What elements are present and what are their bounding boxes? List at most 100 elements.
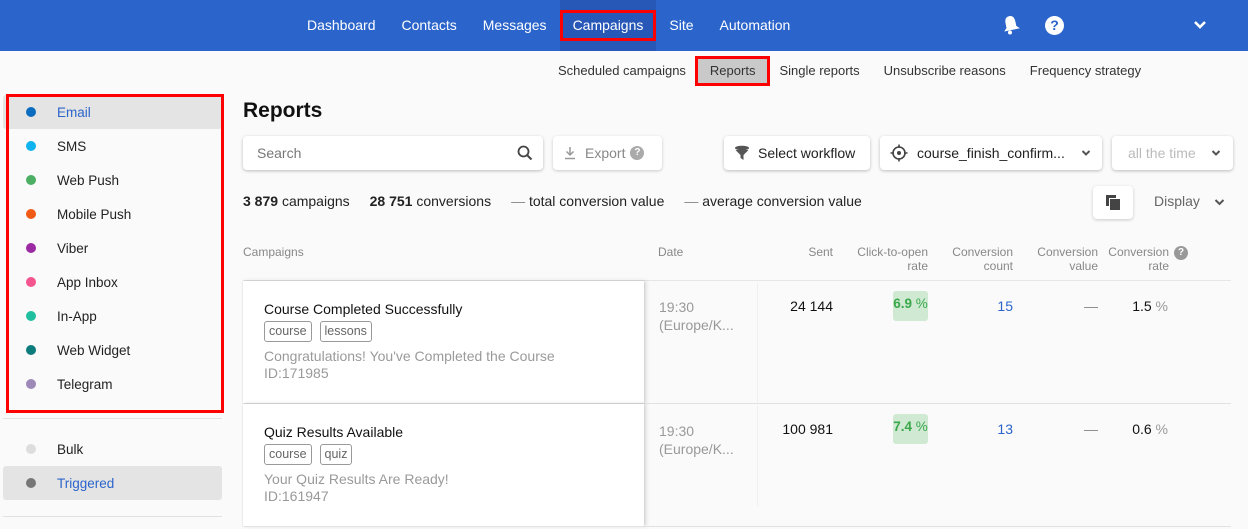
total-value-label: total conversion value <box>528 193 665 209</box>
goal-select[interactable]: course_finish_confirm... <box>880 136 1102 170</box>
sent-count: 24 144 <box>790 298 833 314</box>
nav-automation[interactable]: Automation <box>707 0 804 51</box>
export-label: Export <box>585 145 626 161</box>
sidebar-divider <box>3 418 222 419</box>
search-input[interactable] <box>243 136 503 170</box>
nav-contacts[interactable]: Contacts <box>389 0 470 51</box>
bell-icon[interactable] <box>1002 15 1020 35</box>
campaign-tags: course quiz <box>264 444 360 465</box>
nav-messages[interactable]: Messages <box>470 0 560 51</box>
conversion-rate-value: 1.5 <box>1132 298 1152 314</box>
sidebar-item-label: Bulk <box>57 441 84 457</box>
nav-campaigns[interactable]: Campaigns <box>559 0 657 51</box>
campaigns-count: 3 879 <box>243 193 279 209</box>
percent-sign: % <box>915 419 928 434</box>
click-to-open-rate-badge: 7.4 % <box>893 414 928 444</box>
subnav-reports[interactable]: Reports <box>694 56 770 86</box>
select-workflow-button[interactable]: Select workflow <box>724 136 870 170</box>
campaign-subject: Your Quiz Results Are Ready! <box>264 471 449 487</box>
row-divider <box>243 526 1231 527</box>
column-header-sent[interactable]: Sent <box>790 245 833 259</box>
funnel-icon <box>735 145 749 160</box>
nav-site[interactable]: Site <box>656 0 706 51</box>
total-value: — <box>511 193 526 209</box>
campaign-subject: Congratulations! You've Completed the Co… <box>264 348 555 364</box>
export-button[interactable]: Export ? <box>553 136 662 170</box>
send-date: 19:30 (Europe/K... <box>659 422 734 458</box>
sidebar-item-label: Triggered <box>57 475 115 491</box>
conversion-value: — <box>1084 421 1098 437</box>
chevron-down-icon[interactable] <box>1214 197 1225 207</box>
sent-count: 100 981 <box>782 421 833 437</box>
conversions-summary: 28 751 conversions <box>370 193 491 209</box>
subnav-frequency-strategy[interactable]: Frequency strategy <box>1018 57 1153 85</box>
average-value-summary: — average conversion value <box>684 193 861 209</box>
campaign-id: ID:161947 <box>264 488 329 504</box>
copy-icon <box>1106 195 1120 210</box>
total-value-summary: — total conversion value <box>511 193 664 209</box>
column-header-conversion-rate[interactable]: Conversion rate <box>1100 245 1169 273</box>
campaign-title[interactable]: Course Completed Successfully <box>264 301 462 317</box>
triggered-dot-icon <box>26 478 36 488</box>
top-navigation-bar: Dashboard Contacts Messages Campaigns Si… <box>0 0 1248 51</box>
download-icon <box>565 147 575 160</box>
column-header-line: Conversion <box>1037 245 1098 259</box>
goal-value: course_finish_confirm... <box>917 145 1065 161</box>
conversion-count-link[interactable]: 13 <box>973 421 1013 437</box>
ctor-value: 6.9 <box>893 296 912 311</box>
send-timezone: (Europe/K... <box>659 317 734 333</box>
table-row-campaign-cell[interactable]: Quiz Results Available course quiz Your … <box>243 404 644 526</box>
highlight-box <box>6 94 224 413</box>
send-time: 19:30 <box>659 423 695 439</box>
help-icon[interactable]: ? <box>1045 16 1064 35</box>
column-header-date[interactable]: Date <box>658 245 683 259</box>
table-row-campaign-cell[interactable]: Course Completed Successfully course les… <box>243 281 644 403</box>
column-header-line: count <box>983 259 1013 273</box>
campaigns-summary: 3 879 campaigns <box>243 193 350 209</box>
column-header-line: Click-to-open <box>857 245 928 259</box>
period-value: all the time <box>1128 145 1196 161</box>
column-header-campaigns[interactable]: Campaigns <box>243 245 304 259</box>
subnav-scheduled-campaigns[interactable]: Scheduled campaigns <box>546 57 698 85</box>
conversion-count-link[interactable]: 15 <box>973 298 1013 314</box>
nav-dashboard[interactable]: Dashboard <box>294 0 389 51</box>
tag[interactable]: lessons <box>319 321 372 342</box>
sidebar-item-bulk[interactable]: Bulk <box>3 432 222 466</box>
help-icon[interactable]: ? <box>630 146 645 160</box>
column-header-conversion-value[interactable]: Conversion value <box>1025 245 1098 273</box>
subnav-single-reports[interactable]: Single reports <box>767 57 871 85</box>
campaign-id: ID:171985 <box>264 365 329 381</box>
send-date: 19:30 (Europe/K... <box>659 298 734 334</box>
send-timezone: (Europe/K... <box>659 441 734 457</box>
chevron-down-icon <box>1081 150 1091 156</box>
sidebar-item-triggered[interactable]: Triggered <box>3 466 222 500</box>
sidebar-divider <box>3 516 222 517</box>
average-value: — <box>684 193 699 209</box>
sub-navigation: Scheduled campaigns Reports Single repor… <box>546 56 1153 86</box>
column-header-line: Conversion <box>952 245 1013 259</box>
display-menu[interactable]: Display <box>1154 193 1200 209</box>
tag[interactable]: course <box>264 321 312 342</box>
column-header-conversion-count[interactable]: Conversion count <box>940 245 1013 273</box>
percent-sign: % <box>915 296 928 311</box>
copy-button[interactable] <box>1093 186 1133 219</box>
conversion-rate: 0.6 % <box>1108 421 1168 437</box>
bulk-dot-icon <box>26 444 36 454</box>
tag[interactable]: quiz <box>319 444 353 465</box>
conversion-rate-value: 0.6 <box>1132 421 1152 437</box>
period-select[interactable]: all the time <box>1112 136 1233 170</box>
search-icon[interactable] <box>517 145 533 161</box>
help-icon[interactable]: ? <box>1174 246 1188 260</box>
campaign-title[interactable]: Quiz Results Available <box>264 424 403 440</box>
chevron-down-icon[interactable] <box>1192 17 1208 33</box>
search-field[interactable] <box>243 136 543 170</box>
column-header-line: Conversion <box>1108 245 1169 259</box>
subnav-unsubscribe-reasons[interactable]: Unsubscribe reasons <box>872 57 1018 85</box>
conversion-value: — <box>1084 298 1098 314</box>
campaign-tags: course lessons <box>264 321 380 342</box>
main-nav: Dashboard Contacts Messages Campaigns Si… <box>294 0 803 51</box>
tag[interactable]: course <box>264 444 312 465</box>
column-header-click-to-open-rate[interactable]: Click-to-open rate <box>845 245 928 273</box>
conversions-label: conversions <box>416 193 492 209</box>
click-to-open-rate-badge: 6.9 % <box>893 291 928 321</box>
